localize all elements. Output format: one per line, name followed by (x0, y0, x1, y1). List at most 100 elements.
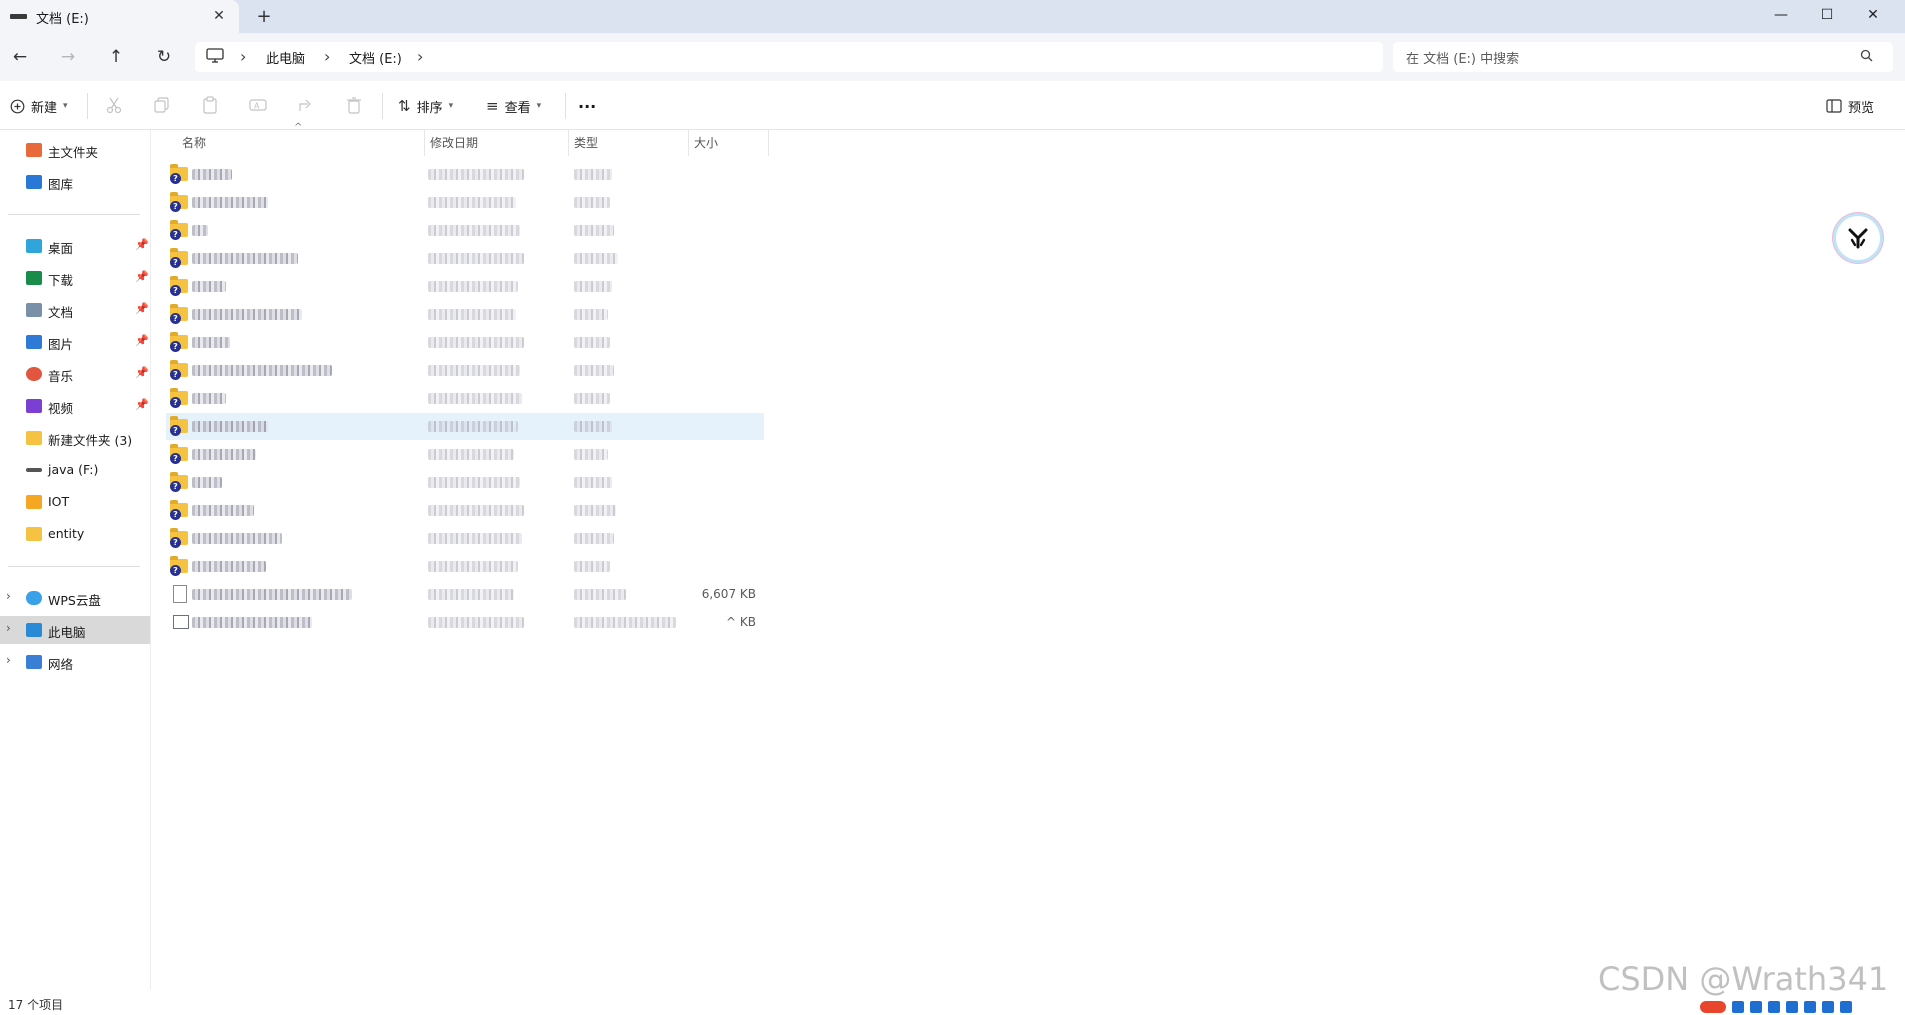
pictures-icon (26, 335, 42, 349)
punctuation-icon[interactable] (1750, 1000, 1762, 1013)
file-row[interactable]: ? (166, 217, 764, 244)
expand-chevron-icon[interactable]: › (6, 653, 11, 667)
new-tab-button[interactable]: + (253, 6, 275, 28)
copy-icon[interactable] (152, 95, 174, 117)
sidebar-item-label: 此电脑 (48, 625, 86, 640)
column-divider[interactable] (768, 130, 769, 156)
breadcrumb-this-pc[interactable]: 此电脑 (266, 48, 305, 67)
column-divider[interactable] (688, 130, 689, 156)
search-input[interactable]: 在 文档 (E:) 中搜索 (1406, 48, 1519, 67)
file-row[interactable]: ? (166, 245, 764, 272)
rename-icon[interactable]: A (248, 95, 270, 117)
preview-pane-button[interactable]: 预览 (1826, 95, 1874, 117)
tab-close-icon[interactable]: ✕ (210, 7, 228, 25)
redacted-text (428, 505, 524, 516)
pin-icon[interactable]: 📌 (135, 334, 149, 347)
toolbox-icon[interactable] (1822, 1000, 1834, 1013)
column-header-name[interactable]: 名称 (182, 134, 206, 151)
redacted-text (192, 589, 352, 600)
search-icon[interactable] (1860, 49, 1873, 62)
pin-icon[interactable]: 📌 (135, 302, 149, 315)
pin-icon[interactable]: 📌 (135, 366, 149, 379)
more-options-button[interactable]: ··· (578, 95, 596, 117)
sidebar-item-java-drive[interactable]: java (F:) (0, 456, 150, 484)
minimize-button[interactable]: — (1758, 0, 1804, 33)
up-arrow-icon[interactable]: ↑ (100, 45, 132, 69)
file-row[interactable]: ? (166, 273, 764, 300)
redacted-text (192, 533, 282, 544)
close-window-button[interactable]: ✕ (1850, 0, 1896, 33)
file-row[interactable]: ? (166, 357, 764, 384)
column-divider[interactable] (424, 130, 425, 156)
file-row[interactable]: ? (166, 525, 764, 552)
divider (382, 93, 383, 119)
breadcrumb-drive-e[interactable]: 文档 (E:) (349, 48, 402, 67)
sidebar-item-this-pc[interactable]: › 此电脑 (0, 616, 150, 644)
sidebar-item-desktop[interactable]: 桌面 📌 (0, 232, 150, 260)
sort-button[interactable]: ⇅ 排序 ▾ (398, 95, 453, 117)
file-row[interactable]: ? (166, 553, 764, 580)
keyboard-icon[interactable] (1786, 1000, 1798, 1013)
redacted-text (574, 533, 614, 544)
column-header-size[interactable]: 大小 (694, 134, 718, 151)
file-row[interactable]: ? (166, 329, 764, 356)
paste-icon[interactable] (200, 95, 222, 117)
file-row[interactable]: ? (166, 161, 764, 188)
sidebar-item-iot[interactable]: IOT (0, 488, 150, 516)
sidebar-item-downloads[interactable]: 下载 📌 (0, 264, 150, 292)
forward-arrow-icon[interactable]: → (52, 45, 84, 69)
redacted-text (192, 477, 222, 488)
redacted-text (574, 253, 618, 264)
back-arrow-icon[interactable]: ← (4, 45, 36, 69)
sidebar-item-videos[interactable]: 视频 📌 (0, 392, 150, 420)
ime-mode-icon[interactable] (1732, 1000, 1744, 1013)
file-row[interactable]: ? (166, 469, 764, 496)
pin-icon[interactable]: 📌 (135, 398, 149, 411)
delete-icon[interactable] (344, 95, 366, 117)
file-row[interactable]: ? (166, 189, 764, 216)
file-row[interactable]: ? (166, 497, 764, 524)
sidebar-item-music[interactable]: 音乐 📌 (0, 360, 150, 388)
sidebar-item-network[interactable]: › 网络 (0, 648, 150, 676)
redacted-text (428, 197, 516, 208)
ime-tray[interactable] (1700, 998, 1905, 1015)
redacted-text (428, 533, 522, 544)
file-row[interactable]: ^ KB (166, 609, 764, 636)
sidebar-item-entity[interactable]: entity (0, 520, 150, 548)
sidebar-item-wps-cloud[interactable]: › WPS云盘 (0, 584, 150, 612)
sidebar-item-new-folder-3[interactable]: 新建文件夹 (3) (0, 424, 150, 452)
column-divider[interactable] (568, 130, 569, 156)
cut-icon[interactable] (104, 95, 126, 117)
maximize-button[interactable]: ☐ (1804, 0, 1850, 33)
file-row[interactable]: ? (166, 301, 764, 328)
file-row[interactable]: ? (166, 441, 764, 468)
sidebar-item-pictures[interactable]: 图片 📌 (0, 328, 150, 356)
expand-chevron-icon[interactable]: › (6, 589, 11, 603)
redacted-text (192, 617, 312, 628)
expand-chevron-icon[interactable]: › (6, 621, 11, 635)
new-button[interactable]: 新建 ▾ (10, 95, 68, 117)
floating-assistant-button[interactable] (1836, 216, 1880, 260)
redacted-text (574, 365, 614, 376)
redacted-text (428, 253, 524, 264)
emoji-icon[interactable] (1840, 1000, 1852, 1013)
sidebar-item-home[interactable]: 主文件夹 (0, 136, 150, 164)
share-icon[interactable] (296, 95, 318, 117)
sidebar-item-gallery[interactable]: 图库 (0, 168, 150, 196)
sogou-ime-icon[interactable] (1700, 1000, 1726, 1013)
refresh-icon[interactable]: ↻ (148, 45, 180, 69)
pin-icon[interactable]: 📌 (135, 238, 149, 251)
sidebar-item-documents[interactable]: 文档 📌 (0, 296, 150, 324)
pin-icon[interactable]: 📌 (135, 270, 149, 283)
file-row-hovered[interactable]: ? (166, 413, 764, 440)
column-header-date[interactable]: 修改日期 (430, 134, 478, 151)
breadcrumb-separator[interactable]: › (417, 47, 423, 66)
microphone-icon[interactable] (1768, 1000, 1780, 1013)
file-row[interactable]: 6,607 KB (166, 581, 764, 608)
file-row[interactable]: ? (166, 385, 764, 412)
breadcrumb-separator: › (240, 47, 247, 66)
column-header-type[interactable]: 类型 (574, 134, 598, 151)
redacted-text (192, 421, 268, 432)
skin-icon[interactable] (1804, 1000, 1816, 1013)
view-button[interactable]: ≡ 查看 ▾ (486, 95, 541, 117)
